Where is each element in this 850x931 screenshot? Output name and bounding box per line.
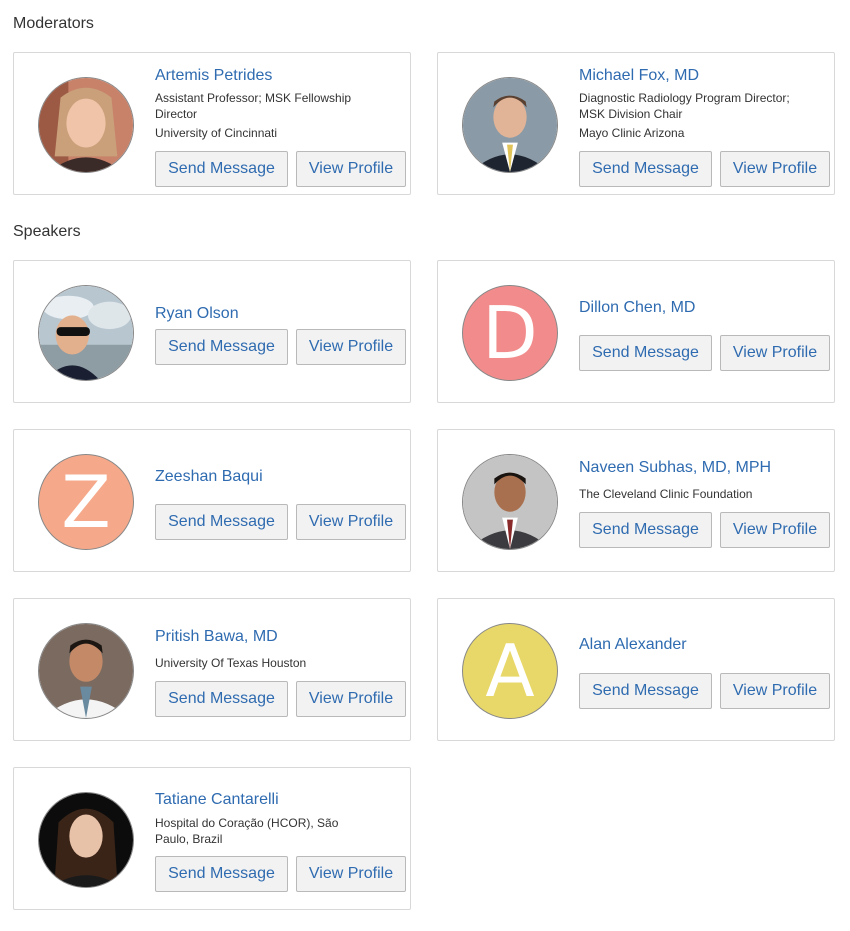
person-name[interactable]: Naveen Subhas, MD, MPH — [579, 458, 819, 478]
avatar[interactable] — [462, 77, 558, 173]
avatar-photo — [463, 455, 557, 549]
person-title: Assistant Professor; MSK Fellowship Dire… — [155, 91, 352, 121]
send-message-button[interactable]: Send Message — [579, 151, 712, 187]
send-message-button[interactable]: Send Message — [155, 681, 288, 717]
avatar[interactable]: Z — [38, 454, 134, 550]
avatar[interactable]: D — [462, 285, 558, 381]
avatar[interactable] — [38, 623, 134, 719]
avatar-photo — [463, 78, 557, 172]
view-profile-button[interactable]: View Profile — [296, 856, 406, 892]
person-org: Hospital do Coração (HCOR), São Paulo, B… — [155, 816, 339, 846]
view-profile-button[interactable]: View Profile — [296, 681, 406, 717]
person-name[interactable]: Dillon Chen, MD — [579, 298, 819, 318]
send-message-button[interactable]: Send Message — [155, 329, 288, 365]
person-card-tatiane: Tatiane Cantarelli Hospital do Coração (… — [13, 767, 411, 910]
person-card-naveen: Naveen Subhas, MD, MPH The Cleveland Cli… — [437, 429, 835, 572]
person-card-michael: Michael Fox, MD Diagnostic Radiology Pro… — [437, 52, 835, 195]
person-card-ryan: Ryan Olson Send Message View Profile — [13, 260, 411, 403]
person-org: University of Cincinnati — [155, 126, 278, 140]
person-card-zeeshan: Z Zeeshan Baqui Send Message View Profil… — [13, 429, 411, 572]
avatar[interactable] — [38, 285, 134, 381]
person-card-pritish: Pritish Bawa, MD University Of Texas Hou… — [13, 598, 411, 741]
avatar-letter: D — [482, 291, 538, 375]
person-title: Diagnostic Radiology Program Director; M… — [579, 91, 790, 121]
view-profile-button[interactable]: View Profile — [720, 151, 830, 187]
avatar[interactable] — [462, 454, 558, 550]
avatar-photo — [39, 286, 133, 380]
person-org: University Of Texas Houston — [155, 656, 307, 670]
avatar[interactable] — [38, 77, 134, 173]
person-name[interactable]: Pritish Bawa, MD — [155, 627, 395, 647]
view-profile-button[interactable]: View Profile — [296, 504, 406, 540]
person-name[interactable]: Artemis Petrides — [155, 66, 395, 86]
view-profile-button[interactable]: View Profile — [720, 512, 830, 548]
person-name[interactable]: Zeeshan Baqui — [155, 467, 395, 487]
person-card-dillon: D Dillon Chen, MD Send Message View Prof… — [437, 260, 835, 403]
avatar[interactable]: A — [462, 623, 558, 719]
send-message-button[interactable]: Send Message — [155, 151, 288, 187]
person-card-alan: A Alan Alexander Send Message View Profi… — [437, 598, 835, 741]
view-profile-button[interactable]: View Profile — [720, 335, 830, 371]
send-message-button[interactable]: Send Message — [579, 335, 712, 371]
send-message-button[interactable]: Send Message — [155, 856, 288, 892]
avatar-photo — [39, 78, 133, 172]
avatar[interactable] — [38, 792, 134, 888]
send-message-button[interactable]: Send Message — [155, 504, 288, 540]
section-title-speakers: Speakers — [13, 223, 81, 240]
person-card-artemis: Artemis Petrides Assistant Professor; MS… — [13, 52, 411, 195]
avatar-letter: A — [485, 629, 535, 713]
send-message-button[interactable]: Send Message — [579, 673, 712, 709]
person-name[interactable]: Michael Fox, MD — [579, 66, 819, 86]
person-org: Mayo Clinic Arizona — [579, 126, 685, 140]
send-message-button[interactable]: Send Message — [579, 512, 712, 548]
view-profile-button[interactable]: View Profile — [296, 151, 406, 187]
avatar-photo — [39, 624, 133, 718]
person-org: The Cleveland Clinic Foundation — [579, 487, 753, 501]
person-name[interactable]: Alan Alexander — [579, 635, 819, 655]
avatar-letter: Z — [61, 460, 111, 544]
view-profile-button[interactable]: View Profile — [720, 673, 830, 709]
view-profile-button[interactable]: View Profile — [296, 329, 406, 365]
person-name[interactable]: Ryan Olson — [155, 304, 395, 324]
section-title-moderators: Moderators — [13, 15, 94, 32]
avatar-photo — [39, 793, 133, 887]
person-name[interactable]: Tatiane Cantarelli — [155, 790, 395, 810]
